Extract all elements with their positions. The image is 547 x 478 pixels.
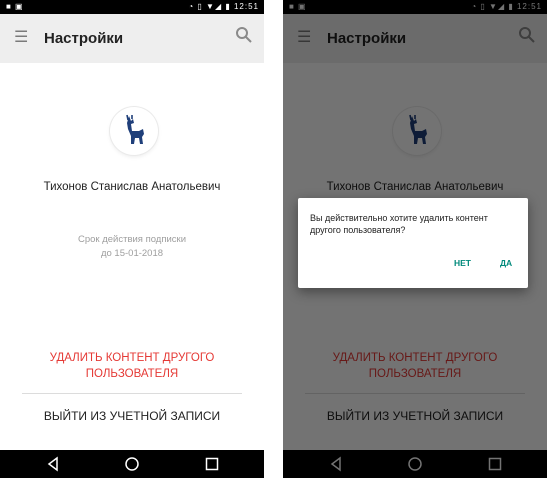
settings-content: Тихонов Станислав Анатольевич Срок дейст… [0, 63, 264, 450]
menu-icon[interactable]: ☰ [14, 27, 28, 47]
logout-button[interactable]: ВЫЙТИ ИЗ УЧЕТНОЙ ЗАПИСИ [0, 409, 264, 423]
page-title: Настройки [44, 30, 124, 47]
delete-content-button-line2[interactable]: ПОЛЬЗОВАТЕЛЯ [0, 368, 264, 380]
search-icon[interactable] [234, 25, 254, 45]
dialog-message: Вы действительно хотите удалить контент … [310, 213, 488, 235]
dialog-yes-button[interactable]: ДА [500, 258, 512, 268]
settings-screen: ■ ▣ ◔ ▯ ▼◢ ▮ 12:51 ☰ Настройки Тихонов С… [0, 0, 264, 478]
subscription-date: до 15-01-2018 [100, 248, 164, 259]
recents-icon[interactable] [204, 456, 220, 472]
dialog-no-button[interactable]: НЕТ [454, 258, 471, 268]
user-name: Тихонов Станислав Анатольевич [43, 181, 221, 193]
divider [22, 393, 242, 394]
status-left-icons: ■ ▣ [6, 2, 24, 11]
settings-screen-dialog: ■ ▣ ◔ ▯ ▼◢ ▮ 12:51 ☰ Настройки Тихонов С… [283, 0, 547, 478]
deer-logo-icon [110, 107, 158, 155]
confirm-delete-dialog: Вы действительно хотите удалить контент … [298, 198, 528, 288]
status-icons: ◔ ▯ ▼◢ ▮ [188, 2, 231, 11]
delete-content-button[interactable]: УДАЛИТЬ КОНТЕНТ ДРУГОГО [0, 352, 264, 364]
status-bar: ■ ▣ ◔ ▯ ▼◢ ▮ 12:51 [0, 0, 264, 14]
status-time: 12:51 [233, 2, 259, 11]
app-bar: ☰ Настройки [0, 14, 264, 63]
navigation-bar [0, 450, 264, 478]
status-right: ◔ ▯ ▼◢ ▮ 12:51 [188, 0, 259, 14]
back-icon[interactable] [45, 456, 61, 472]
subscription-label: Срок действия подписки [77, 234, 187, 245]
home-icon[interactable] [124, 456, 140, 472]
